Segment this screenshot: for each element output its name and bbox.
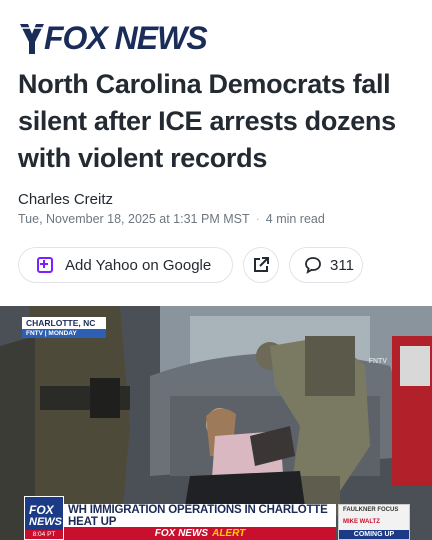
comments-count: 311 <box>330 256 354 274</box>
coming-up-label: COMING UP <box>339 530 409 539</box>
chyron-time: 8:04 PT <box>25 530 63 539</box>
share-icon <box>254 257 269 272</box>
location-tag: CHARLOTTE, NC FNTV | MONDAY <box>22 317 106 338</box>
chyron-alert-brand: FOX NEWS <box>154 528 209 539</box>
fox-news-logo-icon <box>20 24 44 54</box>
article-headline: North Carolina Democrats fall silent aft… <box>18 69 396 173</box>
read-time: 4 min read <box>265 212 325 226</box>
add-yahoo-on-google-button[interactable]: Add Yahoo on Google <box>18 247 233 283</box>
add-yahoo-label: Add Yahoo on Google <box>65 256 212 274</box>
location-sub-label: FNTV | MONDAY <box>22 329 106 338</box>
author-name[interactable]: Charles Creitz <box>18 191 113 208</box>
chyron-headline: WH IMMIGRATION OPERATIONS IN CHARLOTTE H… <box>64 504 336 528</box>
chyron-coming-up: FAULKNER FOCUS MIKE WALTZ COMING UP <box>338 504 410 540</box>
chyron-alert-bar: FOX NEWS ALERT <box>64 527 336 540</box>
chyron-logo-line2: NEWS <box>29 516 62 528</box>
share-button[interactable] <box>243 247 279 283</box>
meta-separator: · <box>255 212 260 226</box>
article-actions: Add Yahoo on Google 311 <box>18 247 363 283</box>
comment-icon <box>305 257 321 274</box>
article-meta: Tue, November 18, 2025 at 1:31 PM MST · … <box>18 212 325 226</box>
publish-date: Tue, November 18, 2025 at 1:31 PM MST <box>18 212 250 226</box>
next-guest-name: MIKE WALTZ <box>343 519 380 525</box>
fntv-watermark: FNTV <box>368 358 387 365</box>
next-show-name: FAULKNER FOCUS <box>343 507 399 513</box>
chyron-fox-logo: FOX NEWS 8:04 PT <box>24 496 64 540</box>
fox-news-logo[interactable]: FOX NEWS <box>18 18 208 58</box>
chyron-logo-line1: FOX <box>29 503 54 517</box>
logo-text: FOX NEWS <box>44 19 208 56</box>
location-label: CHARLOTTE, NC <box>22 317 106 329</box>
article-photo[interactable]: CHARLOTTE, NC FNTV | MONDAY FNTV FOX NEW… <box>0 306 432 540</box>
comments-button[interactable]: 311 <box>289 247 363 283</box>
plus-square-icon <box>37 257 53 273</box>
news-chyron: FOX NEWS 8:04 PT WH IMMIGRATION OPERATIO… <box>0 496 432 540</box>
chyron-alert-word: ALERT <box>212 528 246 539</box>
